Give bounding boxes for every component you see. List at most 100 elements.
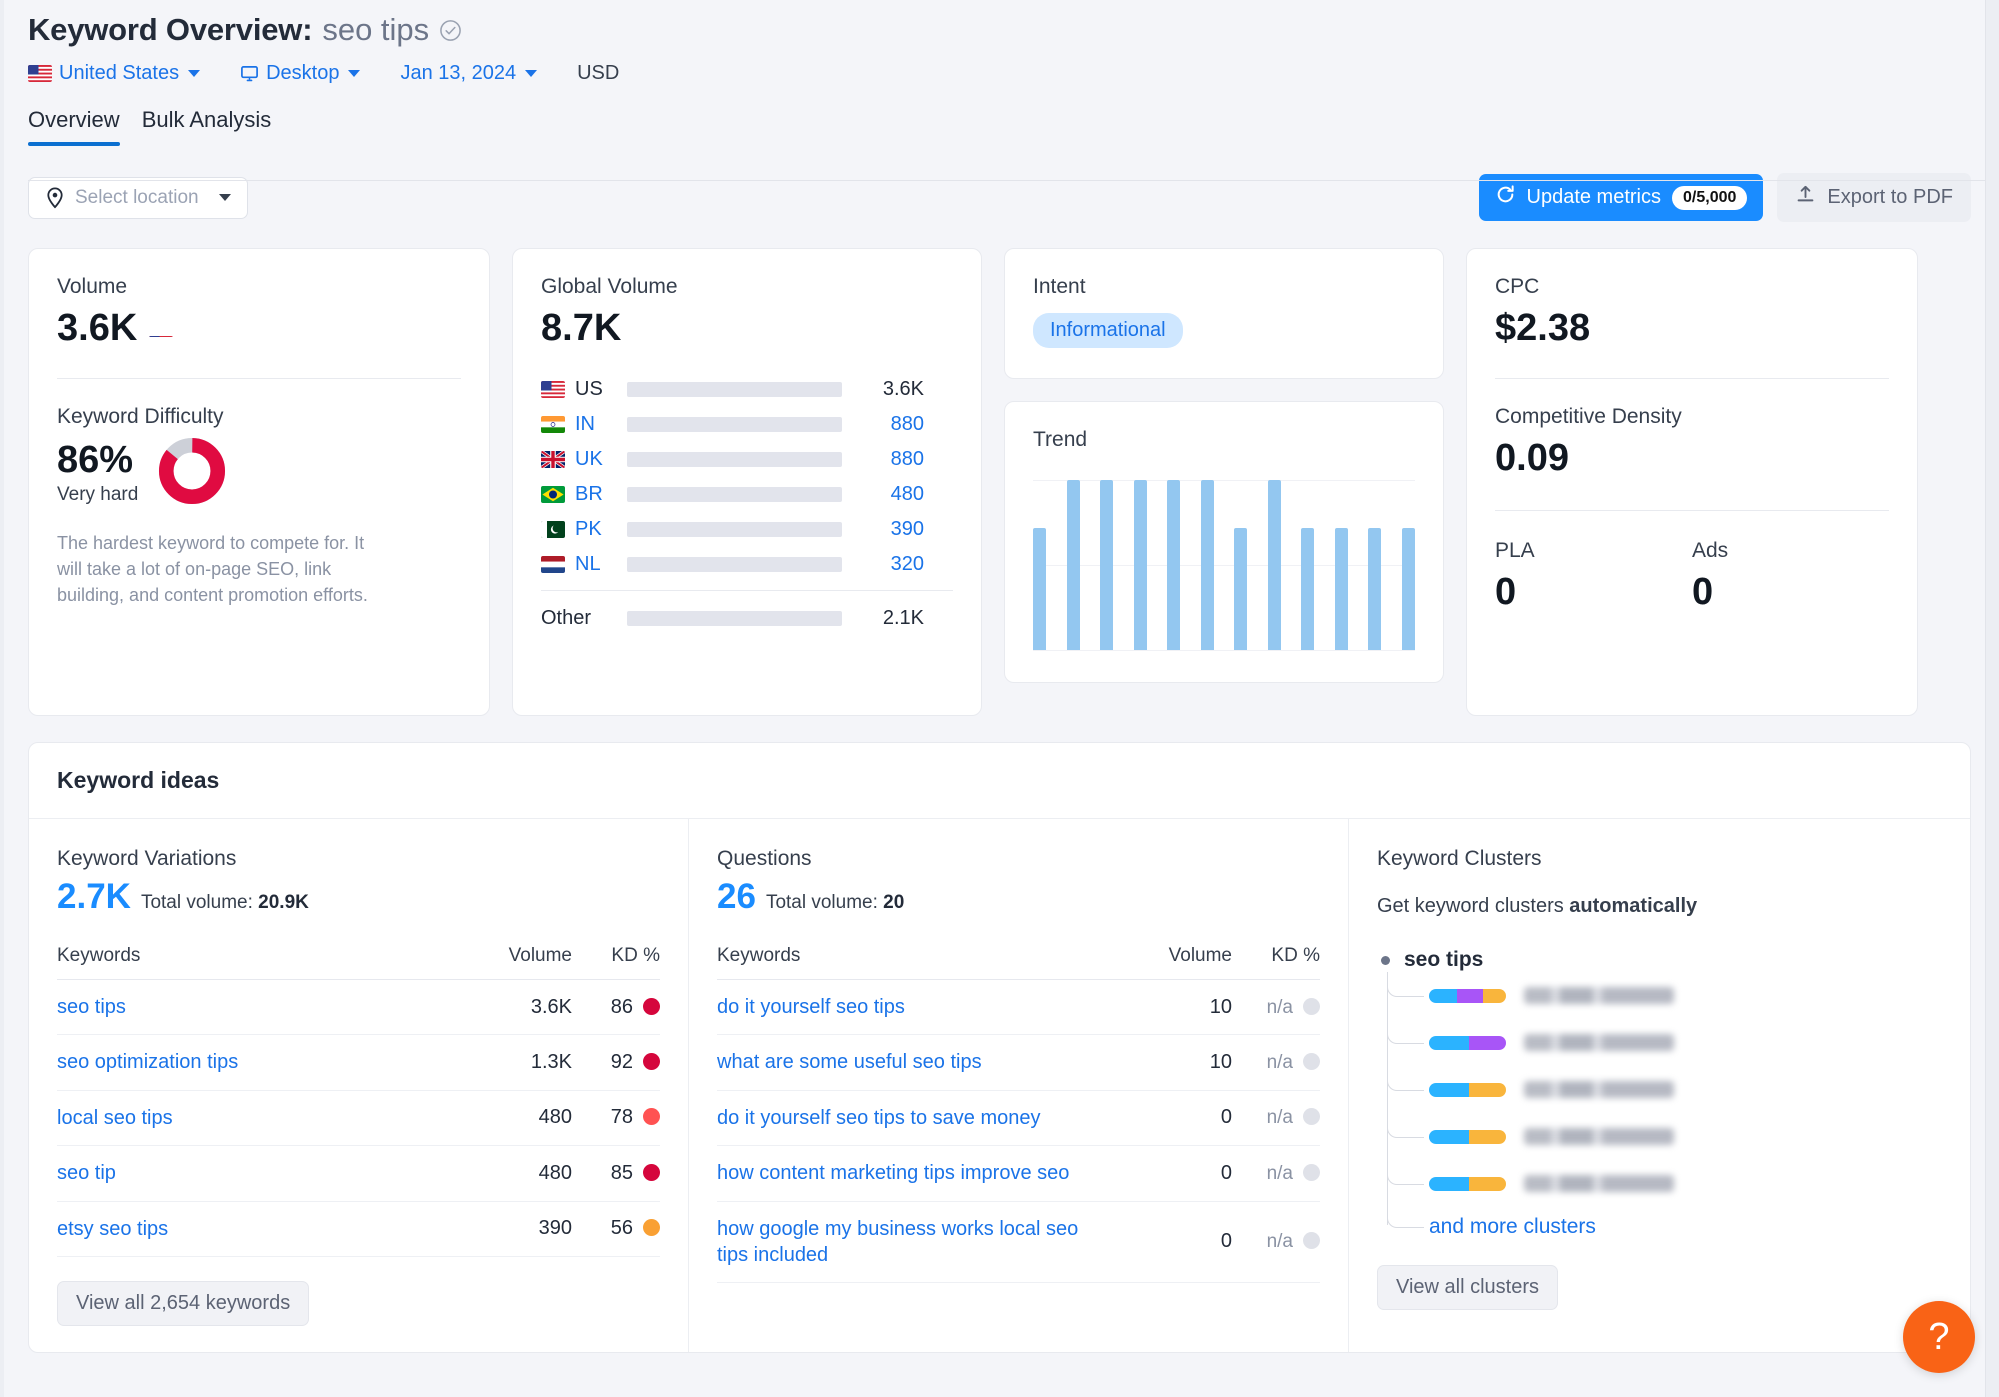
bullet-icon [1381,955,1390,965]
nl-flag-icon [541,556,565,573]
cpc-label: CPC [1495,275,1540,298]
kd-dot-icon [643,1053,660,1071]
country-volume: 880 [890,448,924,470]
column-keywords: Keywords [717,945,1122,980]
keyword-volume: 480 [462,1145,572,1202]
questions-column: Questions 26 Total volume: 20 Keywords V… [689,819,1349,1352]
country-volume: 480 [890,483,924,505]
other-volume: 2.1K [882,607,924,629]
total-volume-label: Total volume: [765,892,878,913]
country-code: IN [575,413,595,435]
pla-value: 0 [1495,571,1517,613]
keyword-link[interactable]: do it yourself seo tips to save money [717,1090,1122,1147]
intent-trend-column: Intent Informational Trend [1004,248,1444,683]
cluster-item[interactable] [1429,1019,1942,1066]
keyword-link[interactable]: etsy seo tips [57,1201,462,1257]
map-pin-icon [45,186,65,209]
keyword-link[interactable]: local seo tips [57,1090,462,1147]
view-all-keywords-button[interactable]: View all 2,654 keywords [57,1280,310,1326]
pla-block: PLA 0 [1495,539,1692,614]
cluster-item[interactable] [1429,1113,1942,1160]
global-volume-row[interactable]: UK 880 [541,442,953,477]
table-row: do it yourself seo tips to save money 0 n/… [717,1090,1320,1147]
cluster-root-label: seo tips [1404,948,1484,971]
keyword-volume: 1.3K [462,1034,572,1091]
trend-bar [1133,480,1147,650]
trend-bar [1267,480,1281,650]
clusters-tree: seo tips and more clusters [1377,948,1942,1247]
global-volume-row[interactable]: BR 480 [541,477,953,512]
br-flag-icon [541,486,565,503]
update-metrics-button[interactable]: Update metrics 0/5,000 [1478,174,1764,221]
cpc-value: $2.38 [1495,307,1591,349]
device-selector[interactable]: Desktop [240,62,361,85]
pk-flag-icon [541,521,565,538]
and-more-clusters-link[interactable]: and more clusters [1429,1207,1942,1247]
volume-bar [627,611,842,626]
volume-bar [627,452,842,467]
keyword-kd: 85 [572,1145,660,1202]
global-volume-row[interactable]: NL 320 [541,547,953,582]
keyword-variations-count: 2.7K [57,877,131,916]
keyword-link[interactable]: how google my business works local seo t… [717,1201,1122,1284]
kd-description: The hardest keyword to compete for. It w… [57,533,368,606]
tab-bulk-analysis[interactable]: Bulk Analysis [142,107,272,145]
tab-overview[interactable]: Overview [28,107,120,146]
cluster-item[interactable] [1429,972,1942,1019]
keyword-overview-page: Keyword Overview: seo tips United States [0,0,1999,1397]
date-selector[interactable]: Jan 13, 2024 [400,62,538,85]
kd-dot-icon [1303,1053,1320,1071]
global-volume-row[interactable]: US 3.6K [541,372,953,407]
cluster-item[interactable] [1429,1160,1942,1207]
view-all-clusters-button[interactable]: View all clusters [1377,1265,1559,1310]
global-volume-row[interactable]: IN 880 [541,407,953,442]
cluster-item[interactable] [1429,1066,1942,1113]
competitive-density-value: 0.09 [1495,437,1569,479]
country-code: PK [575,518,602,540]
volume-bar [627,417,842,432]
keyword-link[interactable]: seo optimization tips [57,1034,462,1091]
keyword-ideas-title: Keyword ideas [29,743,1970,819]
kd-dot-icon [1303,1108,1320,1126]
column-volume: Volume [1122,945,1232,980]
page-title-keyword: seo tips [322,12,430,47]
table-row: how google my business works local seo t… [717,1201,1320,1284]
global-volume-row[interactable]: PK 390 [541,512,953,547]
question-mark-icon: ? [1928,1315,1950,1358]
country-selector[interactable]: United States [28,62,201,85]
cluster-label-blurred [1524,1081,1674,1098]
questions-title: Questions [717,847,812,870]
keyword-variations-table: Keywords Volume KD % seo tips 3.6K 86 seo o… [57,945,660,1257]
cluster-color-pill [1429,1176,1506,1191]
select-location-dropdown[interactable]: Select location [28,176,248,219]
trend-bar [1368,527,1382,650]
keyword-volume: 480 [462,1090,572,1147]
kd-dot-icon [1303,997,1320,1015]
cluster-root: seo tips [1381,948,1942,972]
help-button[interactable]: ? [1903,1301,1975,1373]
kd-text: 86% Very hard [57,440,138,507]
ads-value: 0 [1692,571,1714,613]
kd-dot-icon [643,1108,660,1126]
chevron-down-icon [188,70,201,77]
other-label: Other [541,607,592,629]
country-volume: 880 [890,413,924,435]
trend-bar [1401,527,1415,650]
trend-bar [1066,480,1080,650]
keyword-variations-total-volume: Total volume: 20.9K [141,892,309,914]
pla-label: PLA [1495,539,1535,562]
keyword-link[interactable]: what are some useful seo tips [717,1034,1122,1091]
trend-bar-chart [1033,480,1415,651]
keyword-volume: 3.6K [462,979,572,1036]
keyword-link[interactable]: how content marketing tips improve seo [717,1145,1122,1202]
table-row: seo tips 3.6K 86 [57,979,660,1036]
kd-dot-icon [643,997,660,1015]
keyword-link[interactable]: seo tips [57,979,462,1036]
card-divider [1495,378,1889,379]
keyword-link[interactable]: do it yourself seo tips [717,979,1122,1036]
table-row: how content marketing tips improve seo 0 n… [717,1145,1320,1202]
keyword-link[interactable]: seo tip [57,1145,462,1202]
volume-label: Volume [57,275,128,298]
country-code: BR [575,483,603,505]
tabs-divider [28,180,1999,181]
